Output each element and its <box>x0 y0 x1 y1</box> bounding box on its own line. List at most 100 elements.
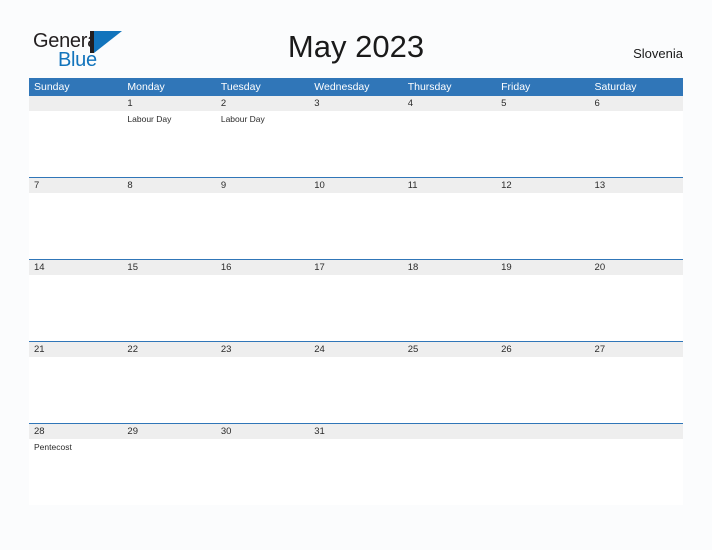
day-number[interactable]: 5 <box>496 96 589 111</box>
day-number[interactable]: 11 <box>403 178 496 193</box>
day-number[interactable]: 21 <box>29 342 122 357</box>
day-number[interactable]: 3 <box>309 96 402 111</box>
day-cell[interactable] <box>496 439 589 505</box>
day-cell[interactable] <box>590 193 683 259</box>
day-cell[interactable] <box>216 439 309 505</box>
day-cell[interactable] <box>29 193 122 259</box>
day-cell[interactable] <box>216 357 309 423</box>
day-number[interactable]: 14 <box>29 260 122 275</box>
weekday-header-wednesday: Wednesday <box>314 81 370 93</box>
day-number-empty <box>496 424 589 439</box>
day-number[interactable]: 31 <box>309 424 402 439</box>
holiday-label: Pentecost <box>34 442 72 452</box>
day-cell[interactable]: Labour Day <box>122 111 215 177</box>
day-cell[interactable] <box>29 357 122 423</box>
day-cell[interactable]: Pentecost <box>29 439 122 505</box>
day-cell[interactable] <box>309 193 402 259</box>
day-number[interactable]: 10 <box>309 178 402 193</box>
holiday-label: Labour Day <box>220 114 265 124</box>
day-cell[interactable] <box>403 357 496 423</box>
week-event-band: Labour Day Labour Day <box>29 111 683 177</box>
day-number-empty <box>403 424 496 439</box>
week-event-band <box>29 193 683 259</box>
week-date-number-band: 7 8 9 10 11 12 13 <box>29 178 683 193</box>
day-cell[interactable] <box>216 275 309 341</box>
week-date-number-band: 21 22 23 24 25 26 27 <box>29 342 683 357</box>
day-number[interactable]: 18 <box>403 260 496 275</box>
day-cell[interactable] <box>496 357 589 423</box>
day-cell[interactable] <box>216 193 309 259</box>
day-cell[interactable] <box>590 275 683 341</box>
weekday-header-saturday: Saturday <box>594 81 637 93</box>
day-number[interactable]: 12 <box>496 178 589 193</box>
week-event-band <box>29 275 683 341</box>
day-number[interactable]: 1 <box>122 96 215 111</box>
weekday-header-thursday: Thursday <box>407 81 452 93</box>
day-number[interactable]: 26 <box>496 342 589 357</box>
day-number[interactable]: 6 <box>590 96 683 111</box>
week-date-number-band: 123456 <box>29 96 683 111</box>
day-number[interactable]: 25 <box>403 342 496 357</box>
week-date-number-band: 28 29 30 31 <box>29 424 683 439</box>
weekday-header-sunday: Sunday <box>34 81 70 93</box>
calendar-week-row: 21 22 23 24 25 26 27 <box>29 341 683 423</box>
day-number[interactable]: 23 <box>216 342 309 357</box>
day-number[interactable]: 29 <box>122 424 215 439</box>
day-number[interactable]: 2 <box>216 96 309 111</box>
day-number[interactable]: 20 <box>590 260 683 275</box>
day-number[interactable]: 17 <box>309 260 402 275</box>
day-number[interactable]: 30 <box>216 424 309 439</box>
day-cell[interactable] <box>309 357 402 423</box>
page-header: General Blue May 2023 Slovenia <box>0 0 712 76</box>
day-cell[interactable] <box>122 193 215 259</box>
calendar-grid: Sunday Monday Tuesday Wednesday Thursday… <box>29 78 683 505</box>
day-number-empty <box>590 424 683 439</box>
day-cell[interactable] <box>29 275 122 341</box>
weekday-header-friday: Friday <box>501 81 531 93</box>
day-cell[interactable] <box>122 439 215 505</box>
day-number[interactable]: 16 <box>216 260 309 275</box>
day-cell[interactable]: Labour Day <box>216 111 309 177</box>
calendar-week-row: 1 2 3 4 5 6 Labour Day Labour Day <box>29 96 683 177</box>
day-number[interactable]: 9 <box>216 178 309 193</box>
calendar-week-row: 28 29 30 31 Pentecost <box>29 423 683 505</box>
day-cell[interactable] <box>496 275 589 341</box>
day-cell[interactable] <box>122 275 215 341</box>
day-number[interactable]: 8 <box>122 178 215 193</box>
day-cell[interactable] <box>496 193 589 259</box>
day-cell[interactable] <box>403 193 496 259</box>
weekday-header-row: Sunday Monday Tuesday Wednesday Thursday… <box>29 78 683 96</box>
day-cell[interactable] <box>590 357 683 423</box>
day-cell[interactable] <box>403 111 496 177</box>
day-number[interactable]: 28 <box>29 424 122 439</box>
week-event-band <box>29 357 683 423</box>
day-cell[interactable] <box>309 275 402 341</box>
day-cell[interactable] <box>309 111 402 177</box>
day-cell[interactable] <box>590 439 683 505</box>
day-cell[interactable] <box>122 357 215 423</box>
day-cell[interactable] <box>590 111 683 177</box>
day-number[interactable]: 4 <box>403 96 496 111</box>
day-number[interactable]: 13 <box>590 178 683 193</box>
day-number[interactable]: 22 <box>122 342 215 357</box>
weekday-header-monday: Monday <box>127 81 165 93</box>
calendar-week-row: 14 15 16 17 18 19 20 <box>29 259 683 341</box>
weekday-header-tuesday: Tuesday <box>220 81 261 93</box>
week-date-number-band: 14 15 16 17 18 19 20 <box>29 260 683 275</box>
day-number[interactable]: 15 <box>122 260 215 275</box>
day-number-empty <box>29 96 122 111</box>
day-number[interactable]: 24 <box>309 342 402 357</box>
week-event-band: Pentecost <box>29 439 683 505</box>
day-number[interactable]: 7 <box>29 178 122 193</box>
day-cell[interactable] <box>403 275 496 341</box>
country-label: Slovenia <box>633 46 683 61</box>
day-cell[interactable] <box>403 439 496 505</box>
day-number[interactable]: 19 <box>496 260 589 275</box>
calendar-week-row: 7 8 9 10 11 12 13 <box>29 177 683 259</box>
day-cell[interactable] <box>309 439 402 505</box>
page-title: May 2023 <box>287 29 425 64</box>
day-cell[interactable] <box>29 111 122 177</box>
day-cell[interactable] <box>496 111 589 177</box>
day-number[interactable]: 27 <box>590 342 683 357</box>
calendar-weeks: 1 2 3 4 5 6 Labour Day Labour Day 7 8 9 10 11 12 13 14 1… <box>29 96 683 505</box>
